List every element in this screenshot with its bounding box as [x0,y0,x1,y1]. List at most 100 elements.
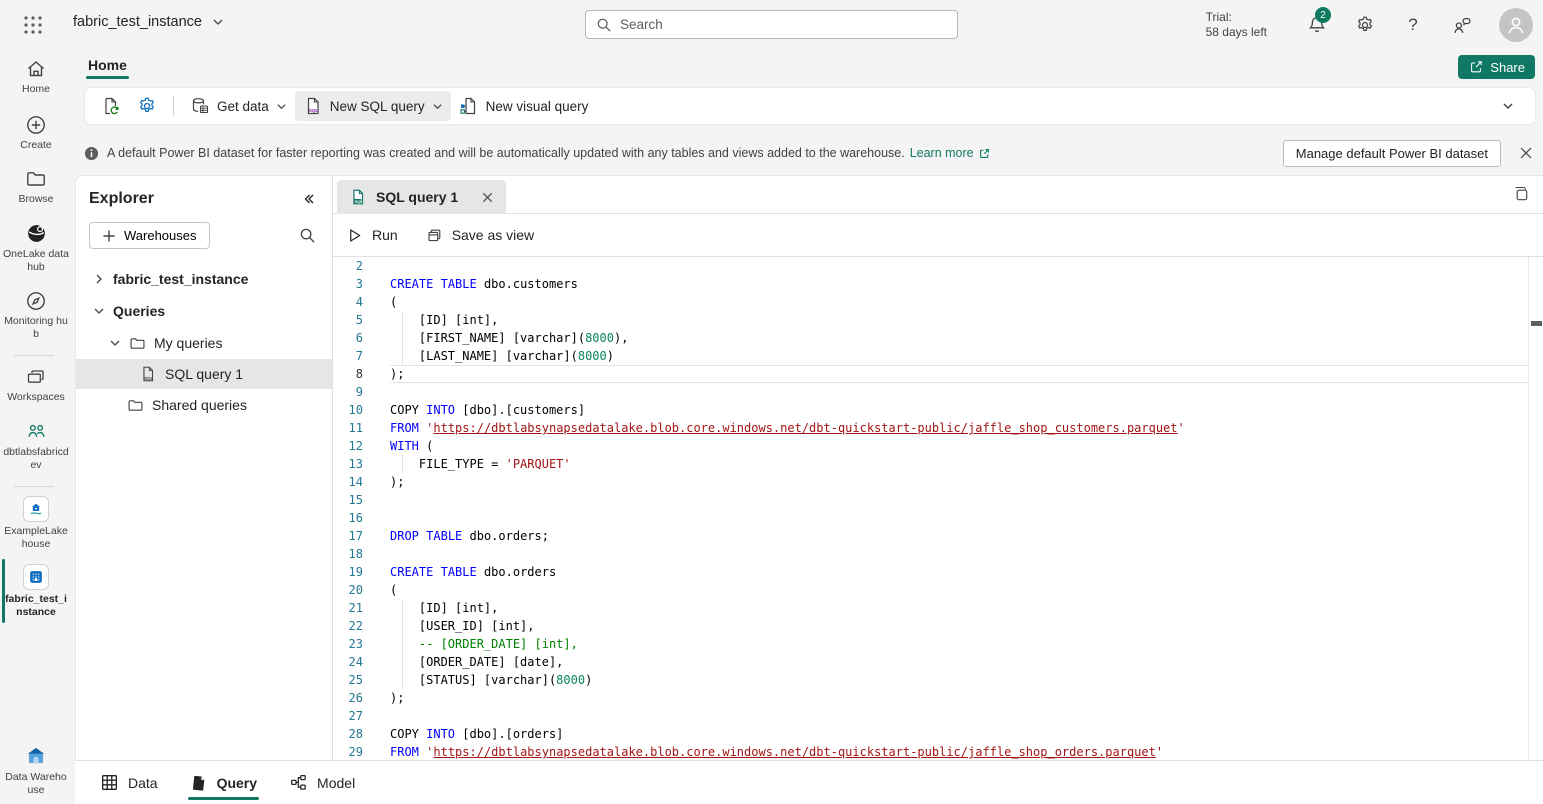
view-tab-query[interactable]: Query [190,761,257,804]
rail-item-browse[interactable]: Browse [0,168,72,206]
collapse-explorer-button[interactable] [302,192,316,206]
warehouse-settings-button[interactable] [129,91,165,121]
code-line-14[interactable]: 14); [333,473,1528,491]
save-as-view-button[interactable]: Save as view [426,227,534,244]
tree-item-queries[interactable]: Queries [76,295,332,327]
line-number: 9 [333,383,363,401]
code-line-8[interactable]: 8); [333,365,1528,383]
workspace-name: fabric_test_instance [73,14,202,30]
get-data-button[interactable]: Get data [182,91,295,121]
folder-icon [127,397,144,414]
code-line-21[interactable]: 21 [ID] [int], [333,599,1528,617]
code-line-20[interactable]: 20( [333,581,1528,599]
line-number: 16 [333,509,363,527]
code-line-7[interactable]: 7 [LAST_NAME] [varchar](8000) [333,347,1528,365]
line-number: 29 [333,743,363,760]
code-line-15[interactable]: 15 [333,491,1528,509]
line-number: 12 [333,437,363,455]
query-toolbar: Run Save as view [333,214,1543,257]
rail-item-onelake-data-hub[interactable]: OneLake data hub [0,222,72,273]
code-line-17[interactable]: 17DROP TABLE dbo.orders; [333,527,1528,545]
code-line-23[interactable]: 23 -- [ORDER_DATE] [int], [333,635,1528,653]
indent-guide [402,635,403,653]
line-text: COPY INTO [dbo].[customers] [390,401,1528,419]
sql-code-area[interactable]: 23CREATE TABLE dbo.customers4(5 [ID] [in… [333,257,1543,760]
rail-item-examplelakehouse[interactable]: ExampleLakehouse [0,496,72,550]
code-line-28[interactable]: 28COPY INTO [dbo].[orders] [333,725,1528,743]
help-button[interactable]: ? [1402,14,1424,36]
code-line-29[interactable]: 29FROM 'https://dbtlabsynapsedatalake.bl… [333,743,1528,760]
scroll-position-marker [1531,321,1542,326]
new-sql-query-button[interactable]: SQL New SQL query [295,91,451,121]
refresh-button[interactable] [93,91,129,121]
visual-query-icon [459,96,479,116]
new-warehouses-button[interactable]: Warehouses [89,222,210,249]
code-line-2[interactable]: 2 [333,257,1528,275]
feedback-button[interactable] [1450,14,1472,36]
query-tab-sql-query-1[interactable]: SQL SQL query 1 [337,180,506,214]
rail-item-monitoring-hub[interactable]: Monitoring hub [0,290,72,340]
run-button[interactable]: Run [346,227,398,244]
learn-more-link[interactable]: Learn more [910,146,991,160]
indent-guide [402,671,403,689]
line-text: [ID] [int], [390,311,1528,329]
code-line-24[interactable]: 24 [ORDER_DATE] [date], [333,653,1528,671]
code-line-26[interactable]: 26); [333,689,1528,707]
app-launcher-button[interactable] [22,14,44,36]
lakehouse-icon [23,496,49,522]
rail-item-dbtlabsfabricdev[interactable]: dbtlabsfabricdev [0,420,72,471]
editor-scrollbar[interactable] [1528,257,1543,760]
manage-dataset-button[interactable]: Manage default Power BI dataset [1283,140,1501,167]
rail-item-workspaces[interactable]: Workspaces [0,366,72,404]
code-line-5[interactable]: 5 [ID] [int], [333,311,1528,329]
account-avatar[interactable] [1499,8,1533,42]
line-number: 22 [333,617,363,635]
rail-item-home[interactable]: Home [0,58,72,96]
code-line-19[interactable]: 19CREATE TABLE dbo.orders [333,563,1528,581]
code-line-18[interactable]: 18 [333,545,1528,563]
workspace-switcher[interactable]: fabric_test_instance [73,14,224,30]
code-line-16[interactable]: 16 [333,509,1528,527]
tree-item-fabric-test-instance[interactable]: fabric_test_instance [76,263,332,295]
tree-item-my-queries[interactable]: My queries [76,327,332,359]
ribbon-toolbar: Get data SQL New SQL query New visual qu… [85,88,1535,124]
tree-item-sql-query-1[interactable]: SQL SQL query 1 [76,359,332,389]
code-line-10[interactable]: 10COPY INTO [dbo].[customers] [333,401,1528,419]
code-line-12[interactable]: 12WITH ( [333,437,1528,455]
rail-item-data-warehouse[interactable]: Data Warehouse [0,744,72,796]
code-line-27[interactable]: 27 [333,707,1528,725]
line-number: 14 [333,473,363,491]
line-text: COPY INTO [dbo].[orders] [390,725,1528,743]
view-tab-model[interactable]: Model [289,761,355,804]
info-icon [84,146,99,161]
collapse-ribbon-button[interactable] [1501,99,1515,113]
code-line-3[interactable]: 3CREATE TABLE dbo.customers [333,275,1528,293]
settings-button[interactable] [1354,14,1376,36]
code-line-22[interactable]: 22 [USER_ID] [int], [333,617,1528,635]
line-number: 11 [333,419,363,437]
rail-item-fabric-test-instance[interactable]: fabric_test_instance [0,564,72,618]
view-tab-data[interactable]: Data [100,761,158,804]
notifications-button[interactable]: 2 [1306,14,1328,36]
code-line-11[interactable]: 11FROM 'https://dbtlabsynapsedatalake.bl… [333,419,1528,437]
chevron-right-icon [93,273,105,285]
close-tab-button[interactable] [481,191,494,204]
line-number: 2 [333,257,363,275]
copy-button[interactable] [1512,185,1531,204]
explorer-title: Explorer [89,190,154,208]
gear-icon [1355,15,1375,35]
code-line-4[interactable]: 4( [333,293,1528,311]
code-line-13[interactable]: 13 FILE_TYPE = 'PARQUET' [333,455,1528,473]
banner-message: A default Power BI dataset for faster re… [107,146,905,160]
code-line-6[interactable]: 6 [FIRST_NAME] [varchar](8000), [333,329,1528,347]
explorer-search-button[interactable] [299,227,316,244]
tree-item-shared-queries[interactable]: Shared queries [76,389,332,421]
banner-close-button[interactable] [1517,144,1535,162]
share-button[interactable]: Share [1458,55,1535,79]
rail-item-create[interactable]: Create [0,114,72,152]
new-visual-query-button[interactable]: New visual query [451,91,597,121]
ribbon-tab-home[interactable]: Home [80,54,135,81]
code-line-25[interactable]: 25 [STATUS] [varchar](8000) [333,671,1528,689]
search-input[interactable]: Search [585,10,958,39]
code-line-9[interactable]: 9 [333,383,1528,401]
